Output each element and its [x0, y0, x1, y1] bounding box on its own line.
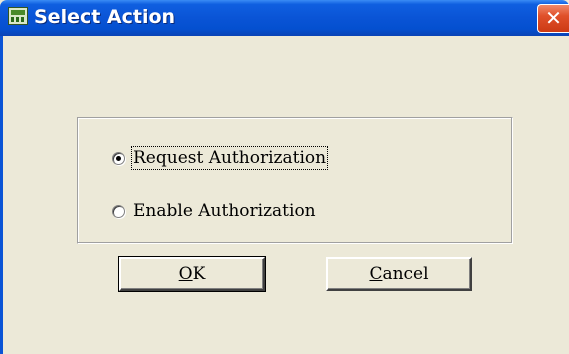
ok-button[interactable]: OK: [118, 256, 266, 292]
window-border: [0, 36, 3, 354]
cancel-button[interactable]: Cancel: [326, 257, 472, 291]
ok-label-rest: K: [192, 264, 206, 284]
ok-mnemonic: O: [178, 264, 193, 284]
app-window-icon: [8, 7, 28, 25]
radio-request-authorization[interactable]: Request Authorization: [112, 146, 329, 170]
dialog-title: Select Action: [34, 6, 176, 28]
close-icon: ✕: [545, 6, 562, 30]
radio-button-unchecked[interactable]: [112, 204, 125, 218]
radio-enable-authorization[interactable]: Enable Authorization: [112, 200, 317, 222]
radio-button-checked[interactable]: [112, 151, 125, 165]
title-bar[interactable]: Select Action ✕: [0, 0, 569, 36]
radio-label-request-authorization[interactable]: Request Authorization: [130, 146, 329, 170]
close-button[interactable]: ✕: [537, 4, 569, 33]
radio-label-enable-authorization[interactable]: Enable Authorization: [132, 200, 317, 222]
cancel-mnemonic: C: [369, 264, 383, 284]
select-action-dialog: Select Action ✕ Request Authorization En…: [0, 0, 569, 354]
cancel-label-rest: ancel: [382, 264, 429, 284]
action-group-box: [77, 117, 513, 244]
